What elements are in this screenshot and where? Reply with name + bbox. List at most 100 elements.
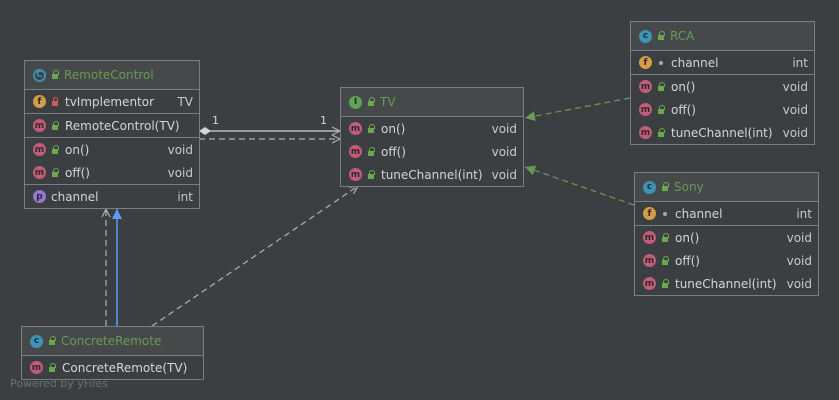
method-icon: m [33,119,46,132]
field-row[interactable]: f channel int [635,202,818,225]
method-name: off() [675,253,700,268]
method-icon: m [33,166,46,179]
public-visibility-icon [366,169,376,180]
methods-section: m on() void m off() void m tuneChannel(i… [341,117,523,186]
package-visibility-icon [660,209,670,219]
private-visibility-icon [50,96,60,107]
public-visibility-icon [366,97,376,107]
method-return-type: void [786,230,812,245]
field-name: channel [675,206,723,221]
method-name: tuneChannel(int) [675,276,777,291]
method-row[interactable]: m on() void [635,226,818,249]
package-visibility-icon [656,58,666,68]
method-return-type: void [491,121,517,136]
watermark: Powered by yFiles [10,377,108,390]
method-icon: m [643,277,656,290]
method-row[interactable]: m tuneChannel(int) void [631,121,814,144]
class-node-sony[interactable]: c Sony f channel int m on() void m off()… [634,172,819,296]
method-row[interactable]: m tuneChannel(int) void [635,272,818,295]
class-name: ConcreteRemote [61,334,162,348]
method-return-type: void [786,253,812,268]
public-visibility-icon [656,104,666,115]
field-row[interactable]: f tvImplementor TV [25,90,199,113]
class-node-concrete-remote[interactable]: c ConcreteRemote m ConcreteRemote(TV) [21,326,204,380]
method-icon: m [33,143,46,156]
field-icon: f [33,95,46,108]
interface-name: TV [380,95,396,109]
methods-section: m on() void m off() void m tuneChannel(i… [631,75,814,144]
public-visibility-icon [660,232,670,243]
method-return-type: void [782,79,808,94]
method-row[interactable]: m tuneChannel(int) void [341,163,523,186]
method-icon: m [349,168,362,181]
public-visibility-icon [47,336,57,346]
interface-header[interactable]: I TV [341,88,523,117]
constructor-name: ConcreteRemote(TV) [62,360,188,375]
field-icon: f [643,207,656,220]
property-type: int [177,189,193,204]
property-row[interactable]: p channel int [25,185,199,208]
multiplicity-source: 1 [212,114,219,127]
fields-section: f channel int [635,202,818,226]
method-icon: m [639,80,652,93]
method-icon: m [30,361,43,374]
public-visibility-icon [50,120,60,131]
realization-edge-sony [524,165,635,206]
class-icon: c [639,29,652,43]
class-name: RemoteControl [64,68,154,82]
method-row[interactable]: m off() void [25,161,199,184]
class-icon: c [643,180,656,194]
multiplicity-target: 1 [320,114,327,127]
method-return-type: void [167,165,193,180]
method-name: tuneChannel(int) [381,167,483,182]
method-name: off() [381,144,406,159]
method-return-type: void [782,125,808,140]
methods-section: m on() void m off() void [25,138,199,185]
class-header[interactable]: c ConcreteRemote [22,327,203,356]
method-return-type: void [782,102,808,117]
method-row[interactable]: m off() void [341,140,523,163]
method-return-type: void [167,142,193,157]
constructors-section: m ConcreteRemote(TV) [22,356,203,379]
method-name: off() [671,102,696,117]
class-node-rca[interactable]: c RCA f channel int m on() void m off() … [630,21,815,145]
method-icon: m [349,145,362,158]
method-row[interactable]: m off() void [631,98,814,121]
method-row[interactable]: m on() void [341,117,523,140]
public-visibility-icon [656,127,666,138]
class-header[interactable]: C RemoteControl [25,61,199,90]
public-visibility-icon [50,70,60,80]
public-visibility-icon [660,182,670,192]
field-name: tvImplementor [65,94,155,109]
constructor-row[interactable]: m RemoteControl(TV) [25,114,199,137]
method-row[interactable]: m off() void [635,249,818,272]
fields-section: f tvImplementor TV [25,90,199,114]
public-visibility-icon [50,144,60,155]
class-name: RCA [670,29,695,43]
method-row[interactable]: m on() void [25,138,199,161]
properties-section: p channel int [25,185,199,208]
method-icon: m [639,126,652,139]
class-abstract-icon: C [33,68,46,82]
public-visibility-icon [47,362,57,373]
field-row[interactable]: f channel int [631,51,814,74]
class-header[interactable]: c Sony [635,173,818,202]
field-name: channel [671,55,719,70]
method-name: on() [671,79,696,94]
methods-section: m on() void m off() void m tuneChannel(i… [635,226,818,295]
method-icon: m [643,231,656,244]
method-name: on() [65,142,90,157]
realization-edge-rca [524,97,631,122]
interface-icon: I [349,95,362,109]
interface-node-tv[interactable]: I TV m on() void m off() void m tuneChan… [340,87,524,187]
method-row[interactable]: m on() void [631,75,814,98]
constructor-name: RemoteControl(TV) [65,118,180,133]
class-header[interactable]: c RCA [631,22,814,51]
class-node-remote-control[interactable]: C RemoteControl f tvImplementor TV m Rem… [24,60,200,209]
method-name: on() [381,121,406,136]
public-visibility-icon [366,146,376,157]
field-type: int [792,55,808,70]
property-name: channel [51,189,99,204]
method-icon: m [643,254,656,267]
constructor-row[interactable]: m ConcreteRemote(TV) [22,356,203,379]
